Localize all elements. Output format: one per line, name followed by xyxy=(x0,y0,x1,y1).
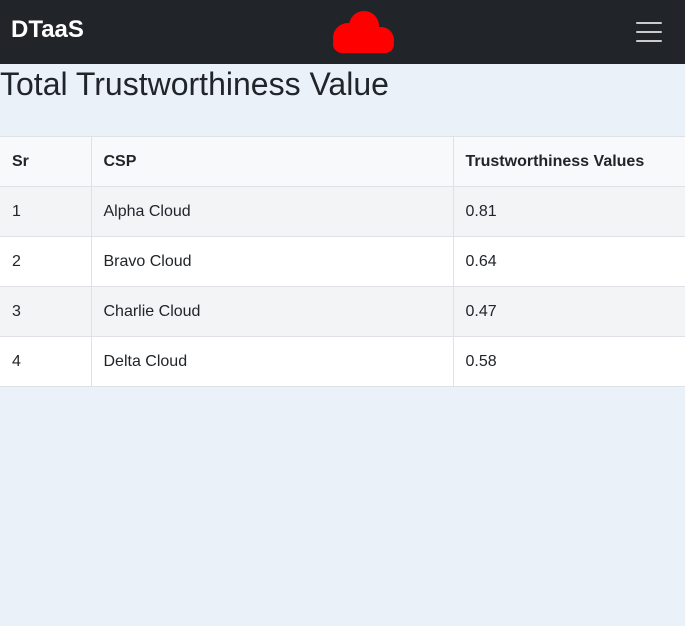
cell-sr: 2 xyxy=(0,236,92,287)
column-header-trustworthiness-values: Trustworthiness Values xyxy=(452,136,685,187)
cell-csp: Delta Cloud xyxy=(90,336,454,387)
cloud-icon xyxy=(330,9,396,55)
trustworthiness-table: Sr CSP Trustworthiness Values 1 Alpha Cl… xyxy=(0,136,685,387)
cell-value: 0.64 xyxy=(452,236,685,287)
column-header-sr: Sr xyxy=(0,136,92,187)
cell-value: 0.81 xyxy=(452,186,685,237)
cell-value: 0.58 xyxy=(452,336,685,387)
cell-csp: Bravo Cloud xyxy=(90,236,454,287)
top-navbar: DTaaS xyxy=(0,0,685,64)
cell-sr: 4 xyxy=(0,336,92,387)
brand-link[interactable]: DTaaS xyxy=(11,16,84,44)
page-title: Total Trustworthiness Value xyxy=(0,66,389,102)
hamburger-menu-icon[interactable] xyxy=(629,16,669,48)
cell-value: 0.47 xyxy=(452,286,685,337)
table-row: 1 Alpha Cloud 0.81 xyxy=(0,186,685,237)
cell-sr: 3 xyxy=(0,286,92,337)
column-header-csp: CSP xyxy=(90,136,454,187)
table-row: 2 Bravo Cloud 0.64 xyxy=(0,236,685,287)
table-header-row: Sr CSP Trustworthiness Values xyxy=(0,136,685,187)
cell-csp: Alpha Cloud xyxy=(90,186,454,237)
cell-sr: 1 xyxy=(0,186,92,237)
cell-csp: Charlie Cloud xyxy=(90,286,454,337)
table-row: 4 Delta Cloud 0.58 xyxy=(0,336,685,387)
table-row: 3 Charlie Cloud 0.47 xyxy=(0,286,685,337)
